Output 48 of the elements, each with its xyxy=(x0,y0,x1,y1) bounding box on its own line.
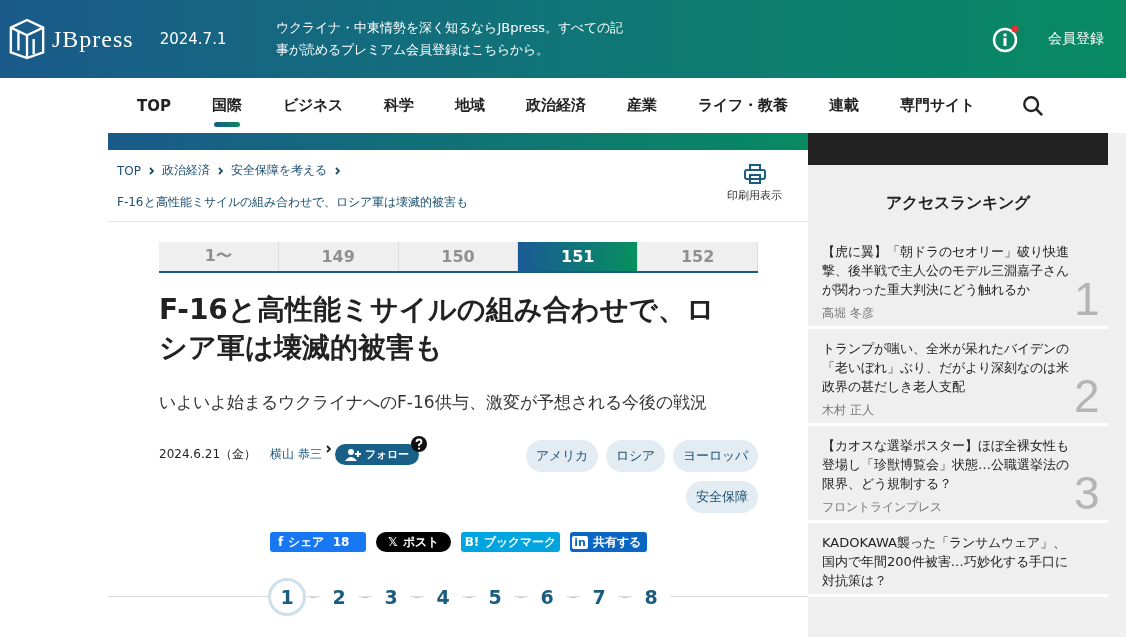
linkedin-icon: in xyxy=(572,535,588,549)
logo-icon[interactable] xyxy=(8,18,46,60)
header-date: 2024.7.1 xyxy=(159,30,227,48)
breadcrumb-current[interactable]: F-16と高性能ミサイルの組み合わせで、ロシア軍は壊滅的被害も xyxy=(117,195,468,209)
tag-chip[interactable]: ヨーロッパ xyxy=(673,440,758,472)
nav-tab[interactable]: 連載 xyxy=(829,88,859,123)
promo-link[interactable]: ウクライナ・中東情勢を深く知るならJBpress。すべての記事が読めるプレミアム会員登録はこちらから。 xyxy=(276,17,627,61)
follow-button[interactable]: フォロー xyxy=(334,444,419,465)
info-icon[interactable] xyxy=(992,25,1020,53)
facebook-share-button[interactable]: f シェア 18 xyxy=(270,532,367,552)
chevron-icon xyxy=(335,166,340,175)
nav-tab[interactable]: 専門サイト xyxy=(900,88,975,123)
nav-tab[interactable]: 産業 xyxy=(627,88,657,123)
breadcrumb-link[interactable]: 政治経済 xyxy=(162,162,210,179)
page-link[interactable]: 1 xyxy=(268,578,306,616)
register-link[interactable]: 会員登録 xyxy=(1048,30,1104,48)
nav-tab[interactable]: 政治経済 xyxy=(526,88,586,123)
x-share-button[interactable]: 𝕏 ポスト xyxy=(376,532,451,552)
print-button[interactable]: 印刷用表示 xyxy=(727,162,782,211)
chevron-icon xyxy=(149,166,154,175)
breadcrumb-link[interactable]: 安全保障を考える xyxy=(231,162,327,179)
series-tab[interactable]: 151 xyxy=(518,242,639,271)
article-subtitle: いよいよ始まるウクライナへのF-16供与、激変が予想される今後の戦況 xyxy=(159,391,708,414)
nav-tab[interactable]: 科学 xyxy=(384,88,414,123)
x-icon: 𝕏 xyxy=(388,535,398,549)
hatena-icon: B! xyxy=(464,535,480,549)
nav-tab[interactable]: ビジネス xyxy=(283,88,343,123)
ranking-item[interactable]: KADOKAWA襲った「ランサムウェア」、国内で年間200件被害…巧妙化する手口に対抗策は？ xyxy=(808,523,1108,597)
help-icon[interactable] xyxy=(410,436,427,452)
tag-chip[interactable]: ロシア xyxy=(606,440,665,472)
chevron-icon xyxy=(218,166,223,175)
add-person-icon xyxy=(344,448,361,461)
printer-icon xyxy=(743,164,766,184)
linkedin-share-button[interactable]: in 共有する xyxy=(570,532,647,552)
ranking-heading: アクセスランキング xyxy=(885,193,1032,214)
author-link[interactable]: 横山 恭三 xyxy=(270,446,322,463)
article-date: 2024.6.21（金） xyxy=(159,446,257,463)
tag-chip[interactable]: アメリカ xyxy=(526,440,598,472)
article-title: F-16と高性能ミサイルの組み合わせで、ロシア軍は壊滅的被害も xyxy=(159,292,716,366)
tag-chip[interactable]: 安全保障 xyxy=(686,481,758,513)
logo-text[interactable]: JBpress xyxy=(52,25,134,53)
chevron-icon xyxy=(325,445,331,453)
search-icon[interactable] xyxy=(1022,94,1044,117)
nav-tab[interactable]: 地域 xyxy=(455,88,485,123)
nav-tab[interactable]: TOP xyxy=(137,88,171,123)
breadcrumb-link[interactable]: TOP xyxy=(117,163,141,178)
nav-tab[interactable]: ライフ・教養 xyxy=(698,88,788,123)
facebook-icon: f xyxy=(278,535,284,549)
